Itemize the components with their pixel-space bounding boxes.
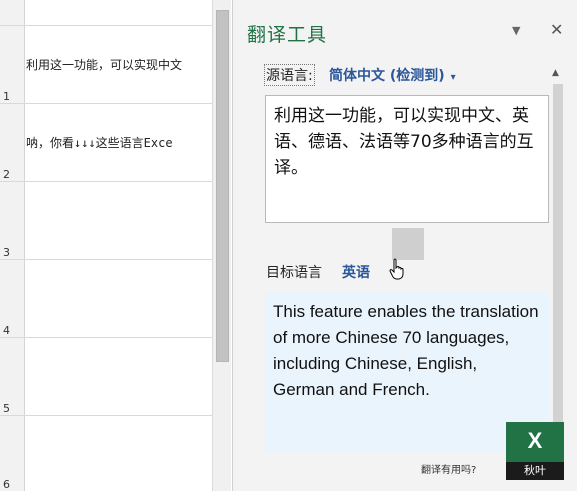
row-header-2[interactable]: 2 [3, 168, 10, 181]
sheet-scrollbar-thumb[interactable] [216, 10, 229, 362]
excel-logo: X 秋叶 [506, 422, 564, 480]
row-header-3[interactable]: 3 [3, 246, 10, 259]
row-divider [0, 415, 212, 416]
pane-scrollbar-thumb[interactable] [553, 84, 563, 444]
sheet-vertical-scrollbar[interactable] [212, 0, 231, 491]
source-language-value: 简体中文 (检测到) [329, 68, 445, 84]
translate-button[interactable] [392, 228, 424, 260]
close-icon[interactable]: ✕ [550, 20, 563, 39]
row-header-6[interactable]: 6 [3, 478, 10, 491]
row-divider [0, 259, 212, 260]
scroll-up-icon[interactable]: ▲ [552, 68, 559, 78]
row-divider [0, 337, 212, 338]
target-language-label: 目标语言 [266, 265, 322, 281]
source-language-dropdown[interactable]: 简体中文 (检测到) ▾ [329, 65, 456, 85]
chevron-down-icon: ▾ [450, 72, 456, 83]
row-divider [0, 25, 212, 26]
translator-pane: 翻译工具 ▼ ✕ 源语言: 简体中文 (检测到) ▾ 利用这一功能，可以实现中文、… [232, 0, 577, 491]
cell-a1[interactable]: 利用这一功能，可以实现中文 [26, 56, 212, 73]
row-divider [0, 103, 212, 104]
pane-options-icon[interactable]: ▼ [512, 24, 520, 37]
feedback-link[interactable]: 翻译有用吗? [421, 461, 476, 476]
row-header-4[interactable]: 4 [3, 324, 10, 337]
pane-vertical-scrollbar[interactable]: ▲ [550, 56, 566, 476]
source-text-input[interactable]: 利用这一功能，可以实现中文、英语、德语、法语等70多种语言的互译。 [265, 95, 549, 223]
row-headers: 1 2 3 4 5 6 [0, 0, 25, 491]
row-header-1[interactable]: 1 [3, 90, 10, 103]
pane-title: 翻译工具 [247, 24, 328, 46]
row-divider [0, 181, 212, 182]
excel-x-icon: X [527, 428, 543, 453]
hand-cursor-icon [389, 258, 404, 280]
cell-a2[interactable]: 呐，你看↓↓↓这些语言Exce [26, 134, 212, 151]
target-language-dropdown[interactable]: 英语 [342, 262, 370, 282]
source-language-label: 源语言: [264, 64, 315, 86]
row-header-5[interactable]: 5 [3, 402, 10, 415]
logo-caption: 秋叶 [506, 462, 564, 480]
spreadsheet-grid[interactable]: 1 2 3 4 5 6 利用这一功能，可以实现中文 呐，你看↓↓↓这些语言Exc… [0, 0, 232, 491]
